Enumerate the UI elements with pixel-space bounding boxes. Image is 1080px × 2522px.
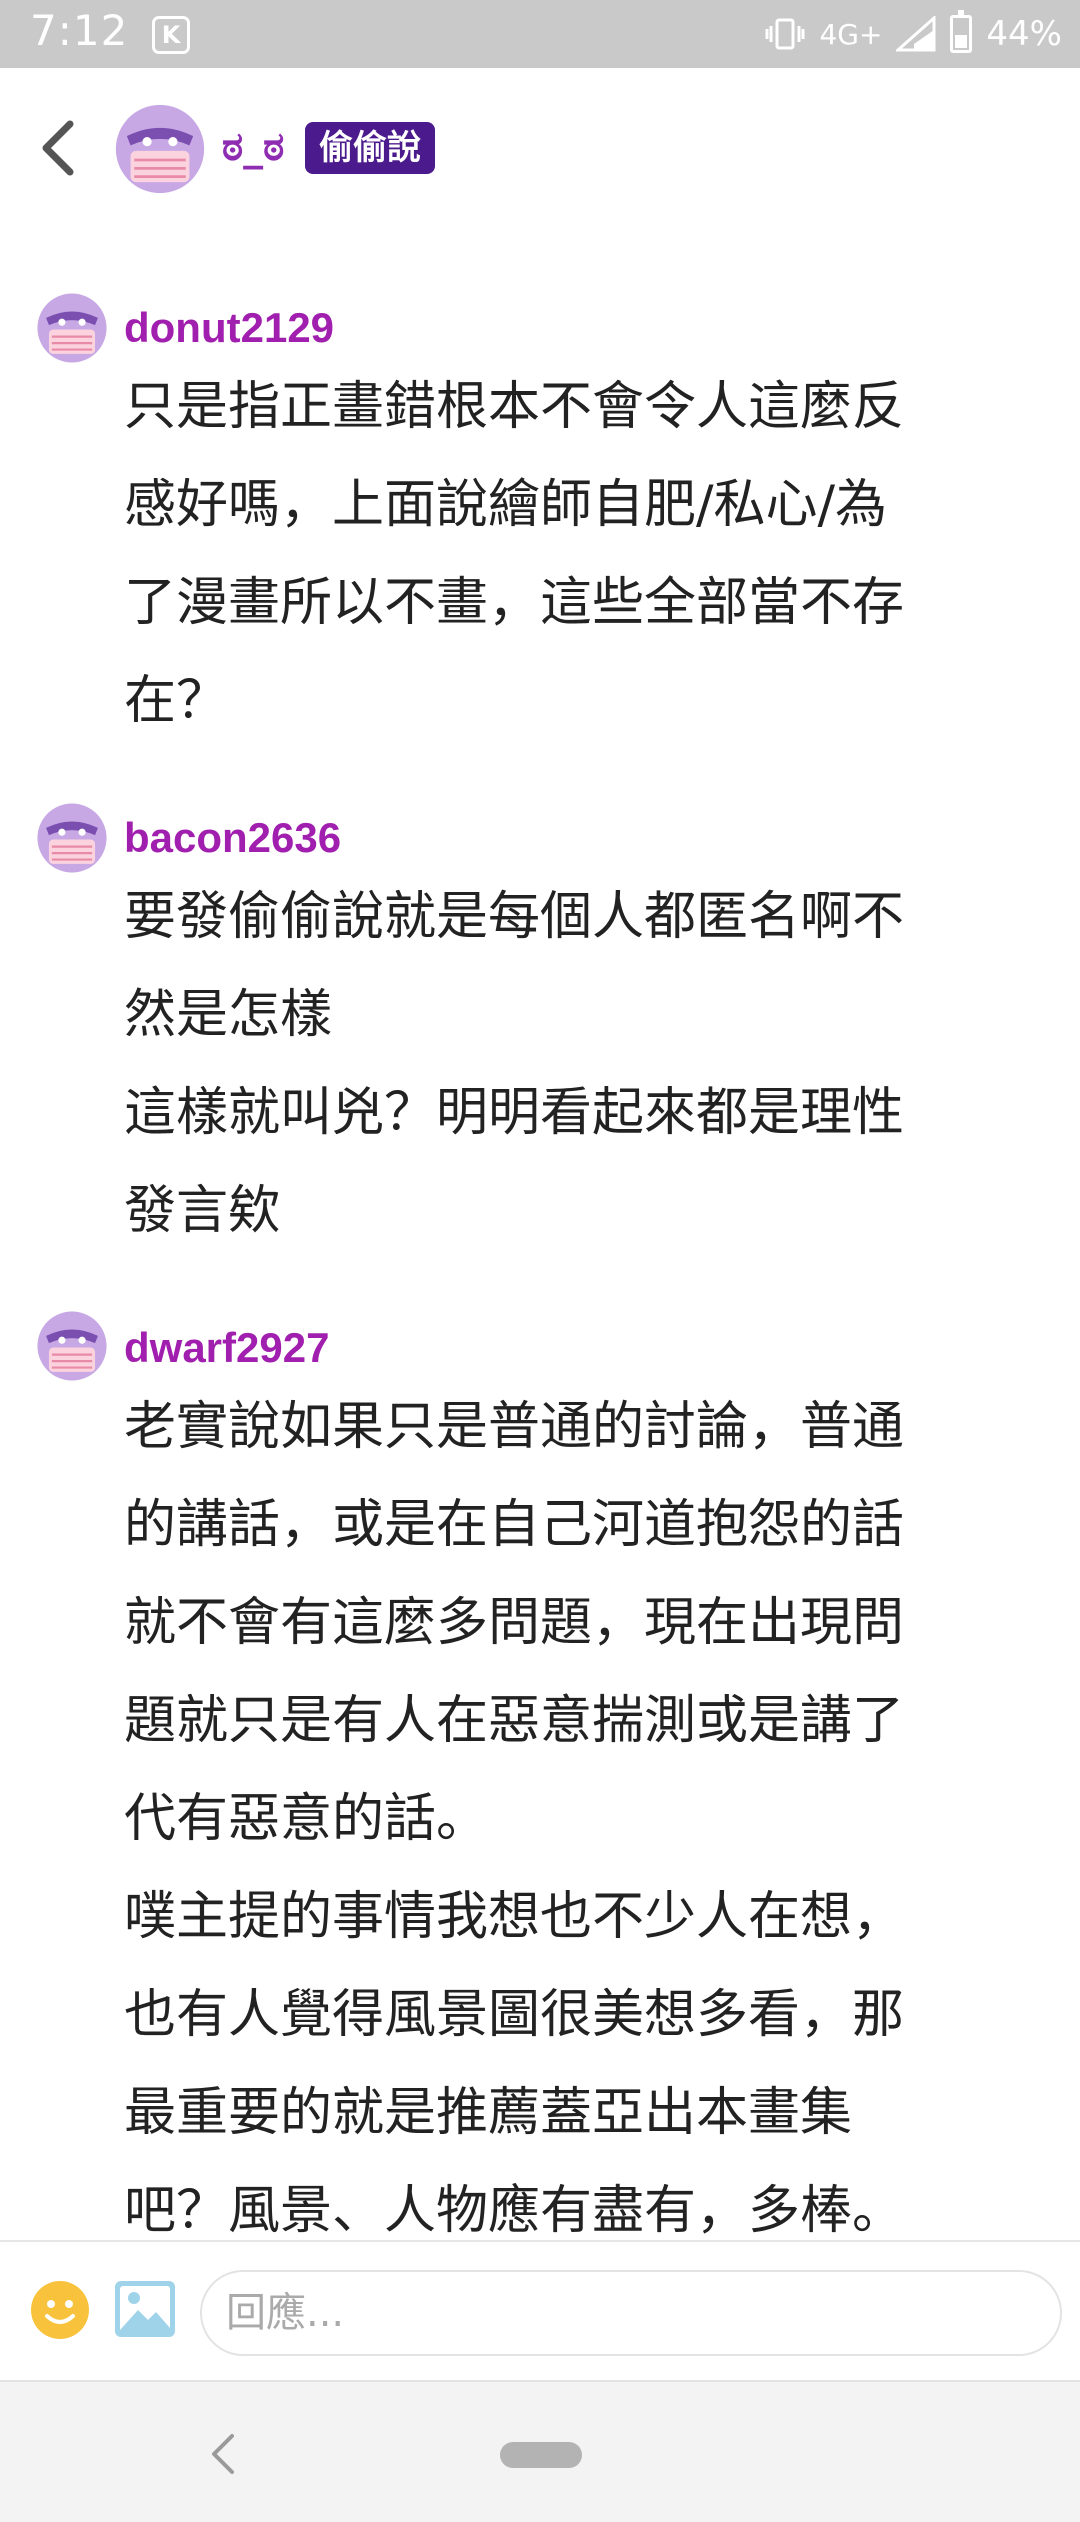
signal-icon <box>896 16 936 52</box>
nav-back-icon[interactable] <box>206 2432 238 2476</box>
thread-header: ಠ_ಠ 偷偷說 <box>0 68 1080 230</box>
masked-avatar-icon[interactable] <box>36 1310 108 1382</box>
image-upload-icon[interactable] <box>114 2280 176 2338</box>
comment-username[interactable]: donut2129 <box>124 304 334 352</box>
comment-text: 只是指正畫錯根本不會令人這麼反 感好嗎，上面說繪師自肥/私心/為 了漫畫所以不畫… <box>124 377 905 731</box>
status-bar: 7:12 K 4G+ 44% <box>0 0 1080 68</box>
anonymous-badge: 偷偷說 <box>305 122 435 174</box>
k-app-icon: K <box>152 16 190 54</box>
nav-home-pill[interactable] <box>500 2442 582 2468</box>
comment-username[interactable]: dwarf2927 <box>124 1324 329 1372</box>
comment-text: 要發偷偷說就是每個人都匿名啊不 然是怎樣 這樣就叫兇？明明看起來都是理性 發言欸 <box>124 887 905 1241</box>
back-icon[interactable] <box>36 118 80 178</box>
reply-input[interactable] <box>200 2270 1062 2356</box>
thread-username: ಠ_ಠ <box>222 124 285 170</box>
status-time: 7:12 <box>30 6 129 55</box>
emoji-icon[interactable] <box>30 2280 90 2340</box>
vibrate-icon <box>765 18 805 50</box>
system-nav-bar <box>0 2380 1080 2522</box>
comment-text: 老實說如果只是普通的討論，普通 的講話，或是在自己河道抱怨的話 就不會有這麼多問… <box>124 1397 905 2241</box>
comment-username[interactable]: bacon2636 <box>124 814 341 862</box>
battery-icon <box>950 10 973 53</box>
masked-avatar-icon[interactable] <box>36 292 108 364</box>
status-icons: 4G+ 44% <box>765 8 1062 60</box>
masked-avatar-icon[interactable] <box>36 802 108 874</box>
network-type: 4G+ <box>819 17 883 51</box>
masked-avatar-icon[interactable] <box>114 103 206 195</box>
reply-bar <box>0 2240 1080 2380</box>
battery-percent: 44% <box>986 14 1062 54</box>
